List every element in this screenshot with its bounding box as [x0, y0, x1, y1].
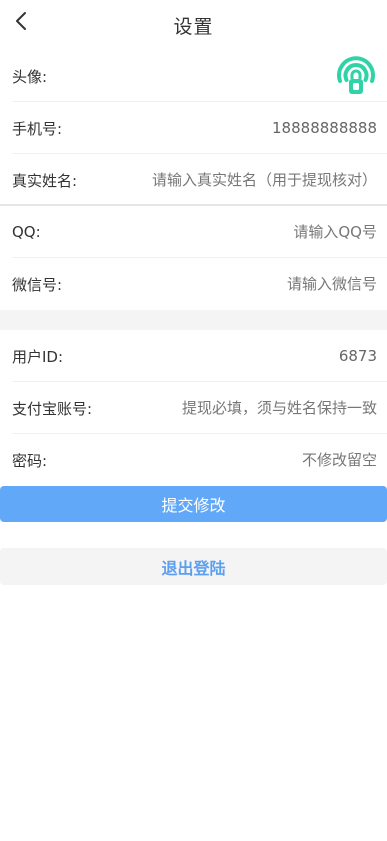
wechat-label: 微信号:	[12, 275, 63, 294]
password-input[interactable]	[59, 451, 377, 469]
page-title: 设置	[173, 15, 214, 38]
logout-button[interactable]: 退出登陆	[0, 548, 387, 585]
password-label: 密码:	[12, 451, 48, 470]
userid-value: 6873	[338, 347, 377, 365]
realname-label: 真实姓名:	[12, 171, 78, 190]
phone-label: 手机号:	[12, 119, 63, 138]
section-divider	[0, 310, 387, 330]
header: 设置	[0, 0, 387, 50]
wechat-input[interactable]	[74, 275, 377, 293]
avatar-label: 头像:	[12, 67, 48, 86]
userid-label: 用户ID:	[12, 347, 64, 366]
avatar[interactable]	[333, 53, 379, 99]
wechat-row: 微信号:	[0, 258, 387, 310]
userid-row: 用户ID: 6873	[0, 330, 387, 382]
settings-page: 设置 头像: 手机号: 18888888888 真实姓名: QQ: 微信号: 用…	[0, 0, 387, 841]
password-row: 密码:	[0, 434, 387, 486]
alipay-label: 支付宝账号:	[12, 399, 93, 418]
alipay-input[interactable]	[104, 399, 377, 417]
realname-input[interactable]	[89, 171, 377, 189]
qq-label: QQ:	[12, 223, 41, 241]
phone-row: 手机号: 18888888888	[0, 102, 387, 154]
qq-row: QQ:	[0, 206, 387, 258]
alipay-row: 支付宝账号:	[0, 382, 387, 434]
realname-row: 真实姓名:	[0, 154, 387, 206]
avatar-row[interactable]: 头像:	[0, 50, 387, 102]
chevron-left-icon	[16, 12, 26, 30]
phone-value: 18888888888	[272, 119, 377, 137]
submit-button[interactable]: 提交修改	[0, 486, 387, 522]
back-button[interactable]	[6, 6, 36, 36]
qq-input[interactable]	[52, 223, 377, 241]
podcast-lock-icon	[337, 56, 375, 94]
